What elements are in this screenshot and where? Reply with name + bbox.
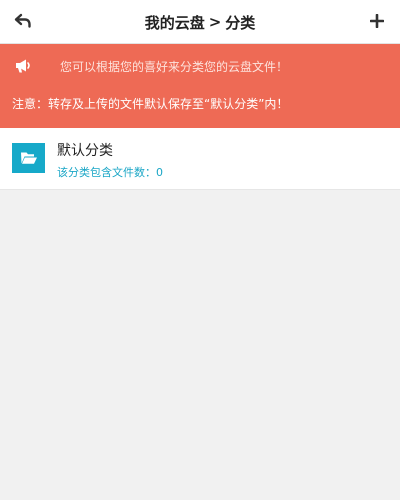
notice-tip-row: 您可以根据您的喜好来分类您的云盘文件！	[0, 44, 400, 90]
megaphone-icon	[16, 59, 30, 73]
plus-icon	[370, 14, 384, 28]
breadcrumb-root: 我的云盘	[144, 13, 205, 32]
category-file-count: 该分类包含文件数：0	[57, 166, 163, 179]
breadcrumb-separator: >	[208, 13, 222, 31]
folder-open-icon	[20, 152, 37, 164]
app-screen: 我的云盘 > 分类 您可以根据您的喜好来分类您的云盘文件！ 注意：转存及上传的文…	[0, 0, 400, 500]
breadcrumb-current: 分类	[225, 13, 256, 32]
top-navigation-bar: 我的云盘 > 分类	[0, 0, 400, 44]
category-name: 默认分类	[57, 143, 113, 159]
category-item-default[interactable]: 默认分类 该分类包含文件数：0	[0, 128, 400, 190]
empty-content-area	[0, 190, 400, 500]
add-category-button[interactable]	[362, 6, 392, 36]
category-folder-tile	[12, 143, 45, 173]
notice-tip-text: 您可以根据您的喜好来分类您的云盘文件！	[60, 60, 289, 74]
notice-warning-text: 注意：转存及上传的文件默认保存至“默认分类”内！	[12, 97, 289, 111]
notice-banner: 您可以根据您的喜好来分类您的云盘文件！ 注意：转存及上传的文件默认保存至“默认分…	[0, 44, 400, 128]
page-title: 我的云盘 > 分类	[0, 0, 400, 44]
